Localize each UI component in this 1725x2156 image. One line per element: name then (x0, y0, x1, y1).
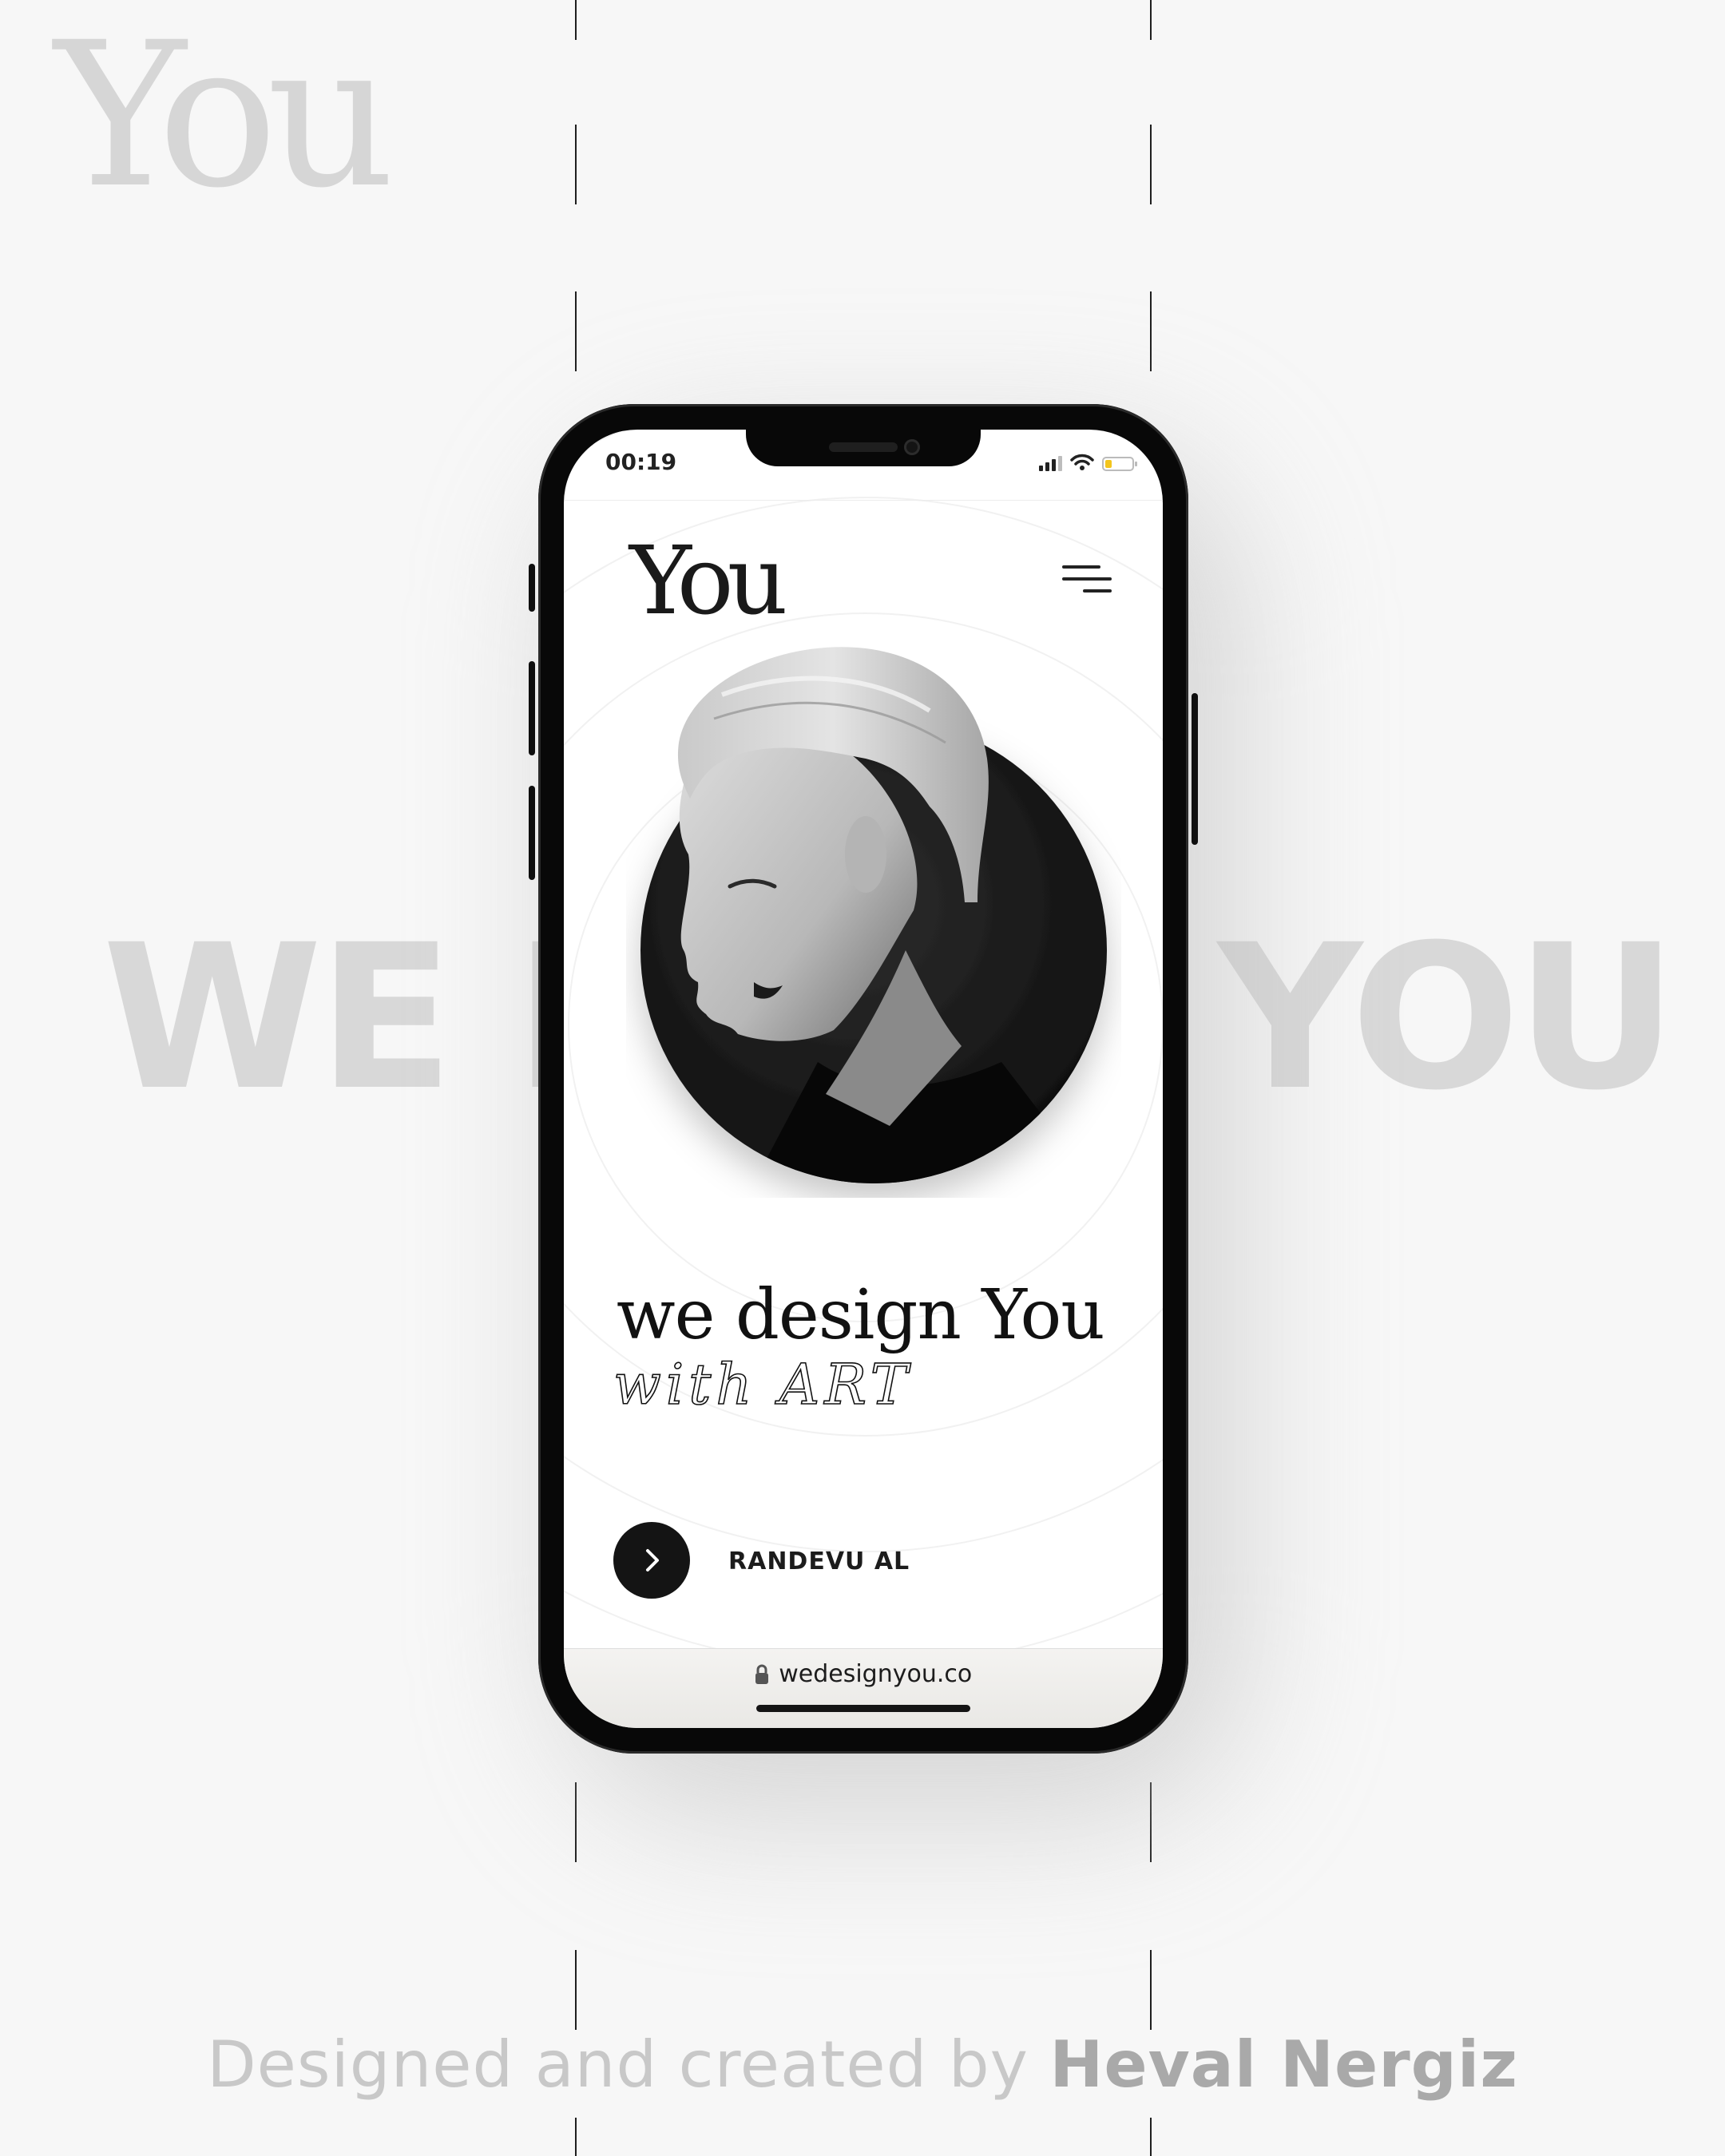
battery-icon (1102, 457, 1137, 471)
status-time: 00:19 (605, 449, 677, 475)
phone-mockup: 00:19 You we design You with ART RANDEVU… (529, 404, 1198, 1754)
phone-screen: 00:19 You we design You with ART RANDEVU… (564, 430, 1163, 1728)
volume-up-button (529, 661, 535, 755)
menu-line-top (1062, 565, 1100, 569)
cta-button[interactable] (613, 1522, 690, 1599)
credit-prefix: Designed and created by (207, 2027, 1050, 2102)
hero-tagline-script: with ART (613, 1351, 912, 1418)
action-button (529, 564, 535, 612)
background-word-right: YOU (1218, 902, 1678, 1134)
corner-logo: You (54, 0, 395, 232)
hero-portrait (640, 647, 1107, 1183)
notch (746, 430, 981, 466)
power-button (1192, 693, 1198, 845)
browser-url-bar[interactable]: wedesignyou.co (564, 1648, 1163, 1728)
menu-line-bottom (1083, 589, 1112, 593)
menu-line-middle (1062, 577, 1112, 581)
credit-name: Heval Nergiz (1049, 2027, 1518, 2102)
front-camera (904, 439, 920, 455)
earpiece (829, 442, 898, 452)
menu-button[interactable] (1054, 557, 1112, 602)
volume-down-button (529, 786, 535, 880)
hero-tagline: with ART (613, 1352, 912, 1417)
url-text[interactable]: wedesignyou.co (779, 1660, 972, 1688)
status-separator (564, 500, 1163, 501)
battery-level (1105, 460, 1112, 468)
wifi-icon (1070, 454, 1094, 470)
chevron-right-icon (646, 1549, 659, 1571)
site-logo[interactable]: You (629, 533, 788, 628)
cta-label[interactable]: RANDEVU AL (728, 1548, 910, 1575)
cell-signal-icon (1039, 455, 1062, 471)
status-icons (1039, 454, 1137, 471)
credit-line: Designed and created by Heval Nergiz (0, 2033, 1725, 2097)
lock-icon (755, 1664, 768, 1684)
home-indicator[interactable] (756, 1705, 970, 1712)
